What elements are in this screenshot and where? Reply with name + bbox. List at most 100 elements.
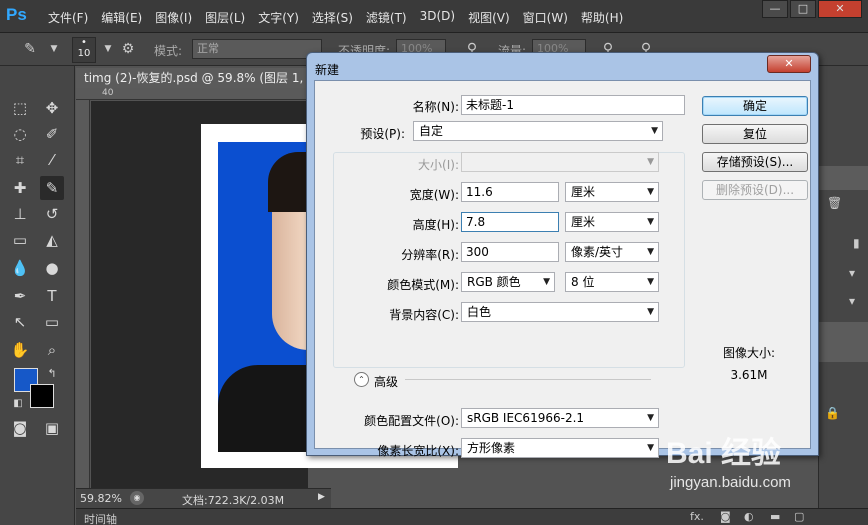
menu-edit[interactable]: 编辑(E) bbox=[101, 9, 142, 26]
quick-mask-icon[interactable]: ◙ bbox=[8, 416, 32, 440]
resolution-input[interactable]: 300 bbox=[461, 242, 559, 262]
fx-icon[interactable]: fx. bbox=[690, 510, 704, 523]
path-selection-tool-icon[interactable]: ↖ bbox=[8, 310, 32, 334]
name-label: 名称(N): bbox=[412, 100, 459, 114]
pixel-aspect-label: 像素长宽比(X): bbox=[377, 444, 459, 458]
dialog-title: 新建 bbox=[315, 63, 340, 77]
quick-selection-tool-icon[interactable]: ✐ bbox=[40, 122, 64, 146]
history-brush-tool-icon[interactable]: ↺ bbox=[40, 202, 64, 226]
width-input[interactable]: 11.6 bbox=[461, 182, 559, 202]
pixel-aspect-select[interactable]: 方形像素 ▼ bbox=[461, 438, 659, 458]
new-document-dialog: 新建 ✕ 名称(N): 未标题-1 预设(P): 自定 ▼ 大小(I): ▼ 宽… bbox=[306, 52, 819, 458]
menu-3d[interactable]: 3D(D) bbox=[420, 9, 455, 26]
crop-tool-icon[interactable]: ⌗ bbox=[8, 148, 32, 172]
width-unit-select[interactable]: 厘米 ▼ bbox=[565, 182, 659, 202]
menu-window[interactable]: 窗口(W) bbox=[523, 9, 568, 26]
close-window-button[interactable]: ✕ bbox=[818, 0, 862, 18]
chevron-down-icon: ▼ bbox=[647, 307, 654, 317]
layer-row-highlight bbox=[819, 322, 868, 362]
new-layer-icon[interactable]: ▢ bbox=[794, 510, 804, 523]
lasso-tool-icon[interactable]: ◌ bbox=[8, 122, 32, 146]
ok-button[interactable]: 确定 bbox=[702, 96, 808, 116]
color-mode-select[interactable]: RGB 颜色 ▼ bbox=[461, 272, 555, 292]
hand-tool-icon[interactable]: ✋ bbox=[8, 338, 32, 362]
swap-colors-icon[interactable]: ↰ bbox=[40, 362, 64, 386]
bit-depth-value: 8 位 bbox=[571, 275, 595, 289]
chevron-down-icon: ▼ bbox=[647, 277, 654, 287]
menu-type[interactable]: 文字(Y) bbox=[258, 9, 299, 26]
advanced-toggle-icon[interactable]: ⌃ bbox=[354, 372, 369, 387]
pen-tool-icon[interactable]: ✒ bbox=[8, 284, 32, 308]
adjustment-icon[interactable]: ◐ bbox=[744, 510, 754, 523]
type-tool-icon[interactable]: T bbox=[40, 284, 64, 308]
zoom-level[interactable]: 59.82% bbox=[80, 492, 122, 505]
brush-tool-icon[interactable]: ✎ bbox=[40, 176, 64, 200]
size-select[interactable]: ▼ bbox=[461, 152, 659, 172]
background-contents-select[interactable]: 白色 ▼ bbox=[461, 302, 659, 322]
trash-icon[interactable]: 🗑 bbox=[827, 196, 842, 210]
photoshop-logo: Ps bbox=[6, 5, 27, 24]
chevron-down-icon[interactable]: ▾ bbox=[849, 266, 855, 280]
dialog-close-button[interactable]: ✕ bbox=[767, 55, 811, 73]
maximize-button[interactable]: □ bbox=[790, 0, 816, 18]
color-profile-label: 颜色配置文件(O): bbox=[364, 414, 459, 428]
menu-image[interactable]: 图像(I) bbox=[155, 9, 192, 26]
chevron-down-icon[interactable]: ▼ bbox=[98, 39, 118, 59]
status-info-icon[interactable]: ◉ bbox=[130, 491, 144, 505]
chevron-down-icon[interactable]: ▾ bbox=[849, 294, 855, 308]
color-mode-value: RGB 颜色 bbox=[467, 275, 521, 289]
marquee-tool-icon[interactable]: ⬚ bbox=[8, 96, 32, 120]
eraser-tool-icon[interactable]: ▭ bbox=[8, 228, 32, 252]
menu-file[interactable]: 文件(F) bbox=[48, 9, 88, 26]
chevron-down-icon[interactable]: ▼ bbox=[44, 39, 64, 59]
rectangle-tool-icon[interactable]: ▭ bbox=[40, 310, 64, 334]
mode-select[interactable]: 正常 bbox=[192, 39, 322, 59]
menu-layer[interactable]: 图层(L) bbox=[205, 9, 245, 26]
advanced-label[interactable]: 高级 bbox=[374, 373, 398, 390]
name-input[interactable]: 未标题-1 bbox=[461, 95, 685, 115]
reset-button[interactable]: 复位 bbox=[702, 124, 808, 144]
menu-help[interactable]: 帮助(H) bbox=[581, 9, 623, 26]
folder-icon[interactable]: ▬ bbox=[770, 510, 780, 523]
menu-view[interactable]: 视图(V) bbox=[468, 9, 510, 26]
eyedropper-tool-icon[interactable]: ⁄ bbox=[40, 148, 64, 172]
brush-preset-picker[interactable]: • 10 bbox=[72, 37, 96, 63]
background-color-swatch[interactable] bbox=[30, 384, 54, 408]
resolution-unit-select[interactable]: 像素/英寸 ▼ bbox=[565, 242, 659, 262]
screen-mode-icon[interactable]: ▣ bbox=[40, 416, 64, 440]
zoom-tool-icon[interactable]: ⌕ bbox=[40, 338, 64, 362]
timeline-panel-tab[interactable]: 时间轴 fx. ◙ ◐ ▬ ▢ bbox=[76, 508, 868, 525]
preset-label: 预设(P): bbox=[360, 127, 405, 141]
status-menu-arrow-icon[interactable]: ▶ bbox=[318, 492, 325, 502]
watermark-logo: Bai 经验 bbox=[666, 437, 782, 470]
delete-preset-button[interactable]: 删除预设(D)... bbox=[702, 180, 808, 200]
mode-value: 正常 bbox=[197, 42, 219, 55]
menu-bar: Ps 文件(F) 编辑(E) 图像(I) 图层(L) 文字(Y) 选择(S) 滤… bbox=[0, 0, 868, 33]
minimize-button[interactable]: — bbox=[762, 0, 788, 18]
move-tool-icon[interactable]: ✥ bbox=[40, 96, 64, 120]
height-unit-select[interactable]: 厘米 ▼ bbox=[565, 212, 659, 232]
color-profile-select[interactable]: sRGB IEC61966-2.1 ▼ bbox=[461, 408, 659, 428]
paint-bucket-tool-icon[interactable]: ◭ bbox=[40, 228, 64, 252]
preset-select[interactable]: 自定 ▼ bbox=[413, 121, 663, 141]
portrait-shoulder bbox=[218, 365, 308, 452]
default-colors-icon[interactable]: ◧ bbox=[6, 392, 30, 416]
mask-icon[interactable]: ◙ bbox=[720, 510, 731, 523]
chevron-down-icon: ▼ bbox=[647, 187, 654, 197]
menu-filter[interactable]: 滤镜(T) bbox=[366, 9, 407, 26]
height-input[interactable]: 7.8 bbox=[461, 212, 559, 232]
bit-depth-select[interactable]: 8 位 ▼ bbox=[565, 272, 659, 292]
document-tab[interactable]: timg (2)-恢复的.psd @ 59.8% (图层 1, RG bbox=[76, 68, 308, 88]
clone-stamp-tool-icon[interactable]: ⊥ bbox=[8, 202, 32, 226]
ruler-mark: 40 bbox=[102, 88, 114, 98]
save-preset-button[interactable]: 存储预设(S)... bbox=[702, 152, 808, 172]
brush-tool-icon[interactable]: ✎ bbox=[20, 39, 40, 59]
menu-select[interactable]: 选择(S) bbox=[312, 9, 353, 26]
dodge-tool-icon[interactable]: ● bbox=[40, 256, 64, 280]
blur-tool-icon[interactable]: 💧 bbox=[8, 256, 32, 280]
image-size-value: 3.61M bbox=[730, 368, 768, 382]
healing-brush-tool-icon[interactable]: ✚ bbox=[8, 176, 32, 200]
brush-panel-icon[interactable]: ⚙ bbox=[118, 39, 138, 59]
scrollbar[interactable]: ▮ bbox=[853, 236, 860, 250]
chevron-down-icon: ▼ bbox=[543, 277, 550, 287]
